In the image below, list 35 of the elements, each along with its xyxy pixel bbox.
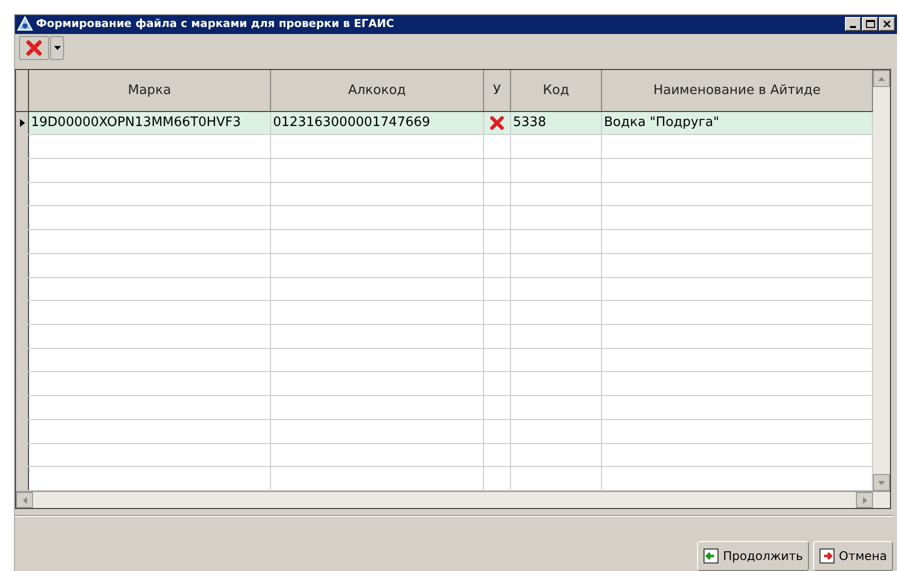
maximize-icon [866, 20, 874, 28]
close-button[interactable] [879, 17, 895, 32]
column-header[interactable]: У [484, 70, 511, 110]
horizontal-scrollbar[interactable] [16, 491, 890, 508]
column-header[interactable]: Алкокод [271, 70, 484, 110]
right-arrow-icon [862, 496, 866, 504]
caret-icon [54, 46, 60, 50]
column-header[interactable]: Код [511, 70, 602, 110]
column-header[interactable]: Марка [29, 70, 271, 110]
app-icon [17, 16, 33, 32]
left-arrow-icon [22, 496, 26, 504]
table-row[interactable]: 19D00000XOPN13MM66T0HVF3 0123163000001747669 5338 Водка "Подруга" [16, 112, 873, 136]
scroll-right-button[interactable] [856, 492, 873, 508]
arrow-right-icon [818, 548, 835, 564]
cancel-button[interactable]: Отмена [812, 541, 893, 571]
dropdown-button[interactable] [50, 36, 64, 60]
row-pointer-icon [20, 118, 24, 127]
minimize-button[interactable] [845, 17, 861, 32]
arrow-left-icon [702, 548, 719, 564]
delete-icon [25, 39, 43, 58]
table-cell-text: 19D00000XOPN13MM66T0HVF3 [31, 114, 241, 132]
cross-icon [489, 114, 505, 131]
up-arrow-icon [878, 76, 885, 80]
table-cell-text: 5338 [513, 114, 546, 132]
continue-button[interactable]: Продолжить [696, 541, 809, 571]
table-cell-text: 0123163000001747669 [273, 114, 430, 132]
window-title: Формирование файла с марками для проверки в ЕГАИС [36, 16, 394, 32]
scroll-down-button[interactable] [873, 474, 890, 491]
close-icon [883, 20, 891, 28]
scroll-left-button[interactable] [16, 492, 33, 508]
down-arrow-icon [878, 480, 885, 484]
vertical-scrollbar[interactable] [873, 70, 890, 491]
maximize-button[interactable] [862, 17, 878, 32]
table-cell-text: Водка "Подруга" [604, 114, 720, 132]
scroll-up-button[interactable] [873, 70, 890, 87]
